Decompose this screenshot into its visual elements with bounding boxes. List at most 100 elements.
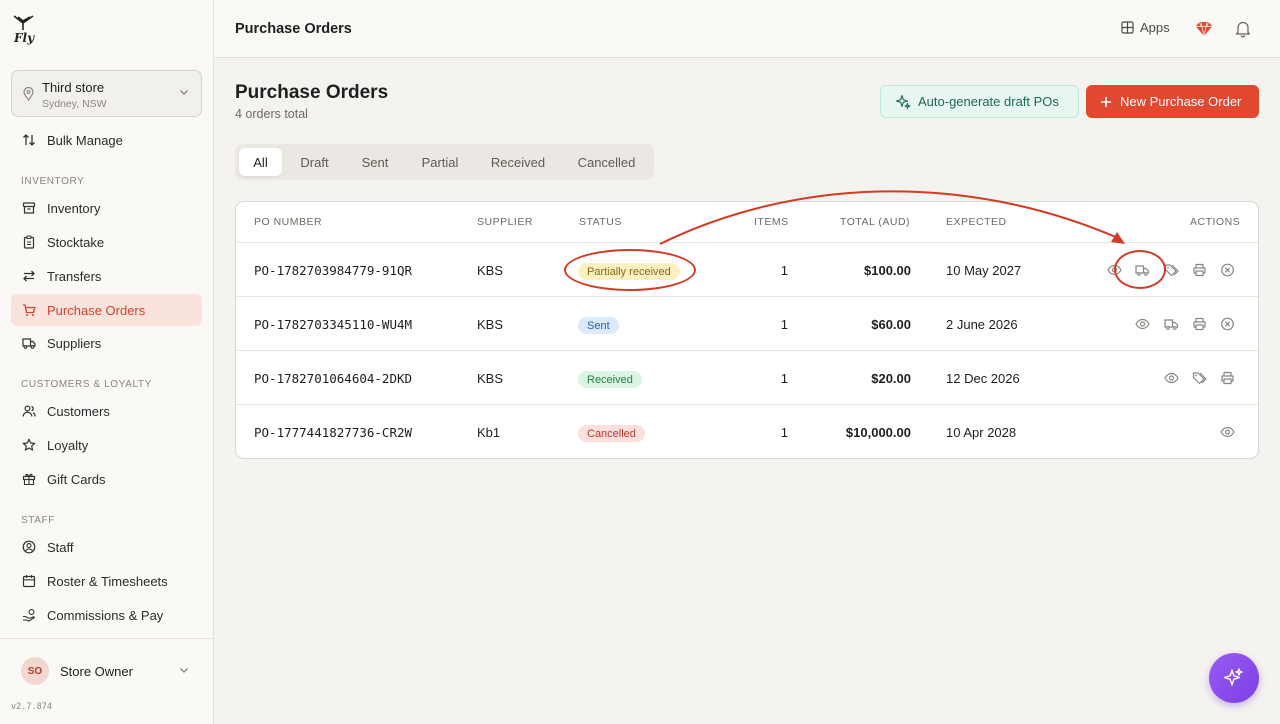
sidebar-item-bulk-manage[interactable]: Bulk Manage bbox=[11, 124, 202, 156]
printer-icon[interactable] bbox=[1220, 371, 1235, 385]
sidebar-item-label: Suppliers bbox=[47, 335, 102, 351]
sidebar-item-inventory[interactable]: Inventory bbox=[11, 192, 202, 224]
sidebar-item-transfers[interactable]: Transfers bbox=[11, 260, 202, 292]
page-header-title: Purchase Orders bbox=[235, 21, 352, 37]
tab-cancelled[interactable]: Cancelled bbox=[563, 148, 650, 176]
supplier-name: KBS bbox=[477, 317, 504, 332]
gem-icon[interactable] bbox=[1195, 21, 1213, 37]
nav-section-customers: CUSTOMERS & LOYALTY bbox=[21, 379, 152, 390]
tab-sent[interactable]: Sent bbox=[347, 148, 403, 176]
map-pin-icon bbox=[23, 87, 34, 101]
sidebar-item-label: Inventory bbox=[47, 200, 101, 216]
table-row[interactable]: PO-1782703345110-WU4M KBS Sent 1 $60.00 … bbox=[236, 296, 1258, 350]
po-number[interactable]: PO-1782703984779-91QR bbox=[254, 263, 412, 278]
nav-section-staff: STAFF bbox=[21, 515, 55, 526]
tab-received[interactable]: Received bbox=[477, 148, 559, 176]
po-number[interactable]: PO-1782703345110-WU4M bbox=[254, 317, 412, 332]
sidebar-item-staff[interactable]: Staff bbox=[11, 531, 202, 563]
eye-icon[interactable] bbox=[1220, 425, 1235, 439]
table-row[interactable]: PO-1777441827736-CR2W Kb1 Cancelled 1 $1… bbox=[236, 404, 1258, 458]
table-row[interactable]: PO-1782703984779-91QR KBS Partially rece… bbox=[236, 242, 1258, 296]
chevron-down-icon bbox=[179, 89, 189, 96]
calendar-icon bbox=[22, 575, 36, 588]
items-count: 1 bbox=[780, 371, 788, 386]
column-header-actions: ACTIONS bbox=[1190, 216, 1241, 228]
table-row[interactable]: PO-1782701064604-2DKD KBS Received 1 $20… bbox=[236, 350, 1258, 404]
sidebar-item-purchase-orders[interactable]: Purchase Orders bbox=[11, 294, 202, 326]
store-name: Third store bbox=[42, 80, 105, 95]
avatar: SO bbox=[21, 657, 49, 685]
order-total: $10,000.00 bbox=[845, 425, 911, 440]
eye-icon[interactable] bbox=[1164, 371, 1179, 385]
status-tabs: All Draft Sent Partial Received Cancelle… bbox=[235, 144, 654, 180]
grid-icon bbox=[1121, 21, 1134, 34]
status-badge: Received bbox=[578, 371, 642, 388]
annotation-circle-receive bbox=[1114, 250, 1166, 289]
purchase-orders-table: PO NUMBER SUPPLIER STATUS ITEMS TOTAL (A… bbox=[235, 201, 1259, 459]
column-header-items: ITEMS bbox=[754, 216, 789, 228]
sidebar-item-commissions[interactable]: Commissions & Pay bbox=[11, 599, 202, 631]
sparkles-icon bbox=[896, 94, 911, 109]
sidebar-item-gift-cards[interactable]: Gift Cards bbox=[11, 463, 202, 495]
page-title: Purchase Orders bbox=[235, 82, 389, 103]
truck-icon bbox=[22, 338, 36, 349]
eye-icon[interactable] bbox=[1135, 317, 1150, 331]
store-location: Sydney, NSW bbox=[42, 98, 107, 110]
expected-date: 10 May 2027 bbox=[946, 263, 1022, 278]
auto-generate-label: Auto-generate draft POs bbox=[918, 94, 1059, 109]
arrows-up-down-icon bbox=[23, 134, 35, 146]
new-purchase-order-button[interactable]: New Purchase Order bbox=[1086, 85, 1259, 118]
sidebar-item-customers[interactable]: Customers bbox=[11, 395, 202, 427]
expected-date: 2 June 2026 bbox=[946, 317, 1018, 332]
order-total: $100.00 bbox=[864, 263, 911, 278]
printer-icon[interactable] bbox=[1192, 317, 1207, 331]
supplier-name: KBS bbox=[477, 263, 504, 278]
shopping-cart-icon bbox=[23, 304, 36, 316]
sidebar: Fly Third store Sydney, NSW Bulk Manage … bbox=[0, 0, 214, 724]
tags-icon[interactable] bbox=[1192, 371, 1207, 385]
orders-count: 4 orders total bbox=[235, 107, 308, 121]
tab-draft[interactable]: Draft bbox=[286, 148, 343, 176]
logo-text: Fly bbox=[14, 31, 35, 45]
chevron-down-icon bbox=[179, 667, 189, 674]
sidebar-item-label: Customers bbox=[47, 403, 110, 419]
app-version: v2.7.874 bbox=[11, 702, 52, 712]
column-header-supplier: SUPPLIER bbox=[477, 216, 533, 228]
top-bar: Purchase Orders Apps bbox=[214, 0, 1280, 58]
supplier-name: Kb1 bbox=[477, 425, 501, 440]
store-selector[interactable]: Third store Sydney, NSW bbox=[11, 70, 202, 117]
expected-date: 12 Dec 2026 bbox=[946, 371, 1020, 386]
tab-partial[interactable]: Partial bbox=[407, 148, 473, 176]
sidebar-item-roster[interactable]: Roster & Timesheets bbox=[11, 565, 202, 597]
apps-label: Apps bbox=[1140, 20, 1170, 35]
users-icon bbox=[22, 405, 36, 417]
sidebar-item-suppliers[interactable]: Suppliers bbox=[11, 327, 202, 359]
tags-icon[interactable] bbox=[1164, 263, 1179, 277]
expected-date: 10 Apr 2028 bbox=[946, 425, 1017, 440]
sidebar-item-loyalty[interactable]: Loyalty bbox=[11, 429, 202, 461]
order-total: $60.00 bbox=[871, 317, 911, 332]
auto-generate-button[interactable]: Auto-generate draft POs bbox=[880, 85, 1079, 118]
sidebar-item-label: Staff bbox=[47, 539, 74, 555]
ai-assistant-button[interactable] bbox=[1209, 653, 1259, 703]
sidebar-item-stocktake[interactable]: Stocktake bbox=[11, 226, 202, 258]
hand-coins-icon bbox=[23, 609, 36, 622]
truck-icon[interactable] bbox=[1164, 317, 1179, 331]
sidebar-item-label: Purchase Orders bbox=[47, 302, 146, 318]
x-circle-icon[interactable] bbox=[1220, 263, 1235, 277]
user-menu[interactable]: SO Store Owner v2.7.874 bbox=[0, 638, 213, 724]
user-circle-icon bbox=[22, 540, 36, 554]
tab-all[interactable]: All bbox=[239, 148, 282, 176]
bell-icon[interactable] bbox=[1235, 20, 1251, 38]
gift-icon bbox=[22, 473, 36, 486]
po-number[interactable]: PO-1777441827736-CR2W bbox=[254, 425, 412, 440]
po-number[interactable]: PO-1782701064604-2DKD bbox=[254, 371, 412, 386]
apps-button[interactable]: Apps bbox=[1121, 20, 1170, 35]
sidebar-item-label: Commissions & Pay bbox=[47, 607, 164, 623]
user-name: Store Owner bbox=[60, 664, 133, 679]
status-badge: Cancelled bbox=[578, 425, 645, 442]
column-header-po: PO NUMBER bbox=[254, 216, 323, 228]
printer-icon[interactable] bbox=[1192, 263, 1207, 277]
items-count: 1 bbox=[780, 317, 788, 332]
x-circle-icon[interactable] bbox=[1220, 317, 1235, 331]
